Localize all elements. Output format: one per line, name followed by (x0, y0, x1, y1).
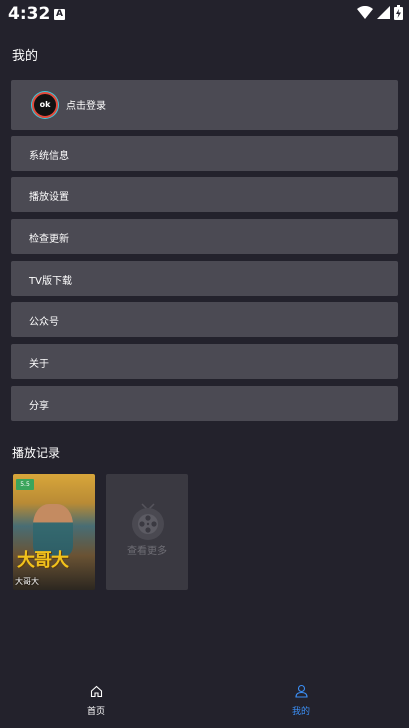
avatar-text: ok (39, 100, 51, 109)
menu-item-playback-settings[interactable]: 播放设置 (11, 177, 398, 212)
nav-mine[interactable]: 我的 (271, 683, 331, 717)
rating-badge: 5.5 (16, 479, 34, 490)
menu-item-tv-download[interactable]: TV版下载 (11, 261, 398, 296)
menu-item-label: TV版下载 (29, 276, 72, 287)
menu-item-label: 公众号 (29, 317, 59, 328)
bottom-nav: 首页 我的 (0, 675, 409, 728)
nav-home[interactable]: 首页 (66, 683, 126, 717)
status-time: 4:32 (8, 4, 51, 24)
history-section-title: 播放记录 (12, 446, 61, 460)
status-bar: 4:32 A (0, 0, 409, 28)
user-icon (294, 684, 308, 698)
login-label: 点击登录 (66, 101, 106, 112)
signal-icon (377, 6, 390, 19)
menu-item-official-account[interactable]: 公众号 (11, 302, 398, 337)
history-item-name: 大哥大 (15, 577, 39, 586)
history-item-poster[interactable]: 5.5 大哥大 大哥大 (13, 474, 95, 590)
menu-item-label: 系统信息 (29, 151, 69, 162)
menu-item-share[interactable]: 分享 (11, 386, 398, 421)
film-reel-icon (132, 503, 164, 540)
menu-item-about[interactable]: 关于 (11, 344, 398, 379)
wifi-icon (357, 6, 373, 19)
menu-item-check-update[interactable]: 检查更新 (11, 219, 398, 254)
battery-icon (394, 5, 403, 20)
menu-item-label: 关于 (29, 359, 49, 370)
nav-home-label: 首页 (86, 707, 105, 717)
login-card[interactable]: ok 点击登录 (11, 80, 398, 130)
poster-title-art: 大哥大 (17, 550, 69, 571)
menu-item-label: 分享 (29, 401, 49, 412)
view-more-label: 查看更多 (127, 546, 167, 557)
notification-a-icon: A (54, 9, 65, 20)
menu-item-label: 播放设置 (29, 192, 69, 203)
nav-mine-label: 我的 (291, 707, 310, 717)
page-title: 我的 (12, 49, 39, 64)
view-more-card[interactable]: 查看更多 (106, 474, 188, 590)
home-icon (90, 685, 102, 698)
avatar: ok (32, 92, 58, 118)
menu-item-label: 检查更新 (29, 234, 69, 245)
menu-item-system-info[interactable]: 系统信息 (11, 136, 398, 171)
